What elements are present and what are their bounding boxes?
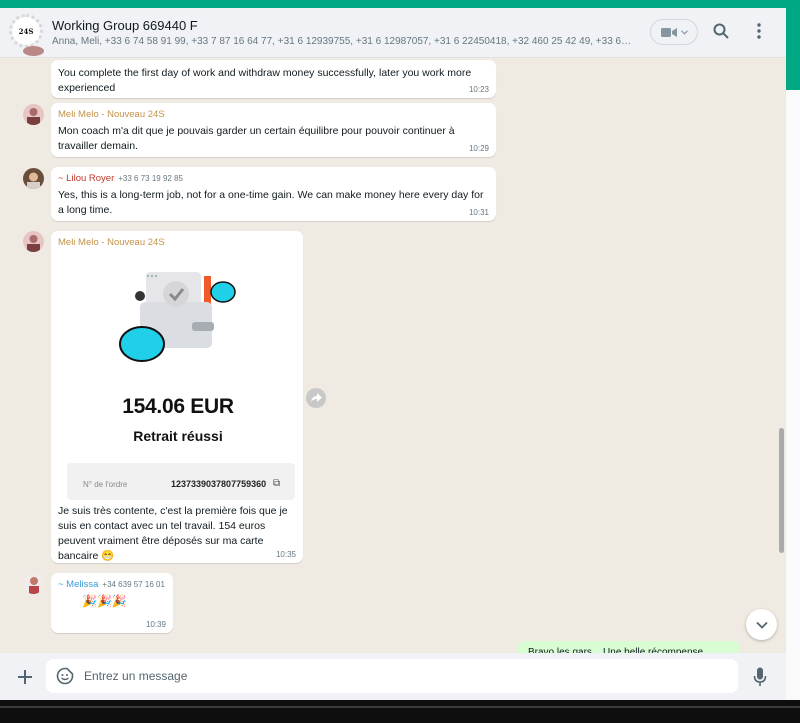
sender-phone: +34 639 57 16 01 [102, 580, 165, 589]
order-number: 1237339037807759360 [171, 479, 267, 489]
message-input[interactable] [84, 659, 724, 693]
menu-button[interactable] [749, 21, 769, 41]
message-bubble[interactable]: You complete the first day of work and w… [51, 60, 496, 98]
message-text: Mon coach m'a dit que je pouvais garder … [58, 125, 455, 152]
group-avatar[interactable]: 24S [9, 14, 43, 48]
search-button[interactable] [711, 21, 731, 41]
emoji-button[interactable] [56, 667, 74, 685]
sender-name[interactable]: ~ Lilou Royer +33 6 73 19 92 85 [58, 173, 489, 184]
withdrawal-receipt-image[interactable]: 154.06 EUR Retrait réussi N° de l'ordre … [58, 252, 298, 500]
sticker-icon [56, 667, 74, 685]
window-edge [786, 90, 800, 700]
right-accent-bar [786, 8, 800, 90]
receipt-order-row: N° de l'ordre 1237339037807759360 ⧉ [67, 463, 295, 500]
taskbar-edge [0, 700, 800, 723]
message-time: 10:39 [145, 620, 166, 629]
scroll-to-bottom-button[interactable] [746, 609, 777, 640]
avatar[interactable] [23, 46, 44, 56]
voice-message-button[interactable] [750, 666, 770, 688]
message-composer [0, 653, 786, 700]
sender-phone: +33 6 73 19 92 85 [118, 174, 183, 183]
message-input-box [46, 659, 738, 693]
sender-name-text: ~ Lilou Royer [58, 173, 115, 184]
wallet-illustration [119, 272, 236, 362]
message-text: Yes, this is a long-term job, not for a … [58, 189, 484, 216]
message-text: You complete the first day of work and w… [58, 67, 472, 94]
forward-button[interactable] [306, 388, 326, 408]
message-time: 10:23 [468, 85, 489, 94]
chat-members[interactable]: Anna, Meli, +33 6 74 58 91 99, +33 7 87 … [52, 36, 632, 47]
message-bubble[interactable]: Meli Melo - Nouveau 24S Mon coach m'a di… [51, 103, 496, 157]
chevron-down-icon [680, 29, 688, 35]
message-time: 10:35 [275, 550, 296, 559]
message-bubble[interactable]: ~ Melissa +34 639 57 16 01 🎉🎉🎉 10:39 [51, 573, 173, 633]
message-text: Je suis très contente, c'est la première… [58, 505, 288, 562]
copy-icon[interactable]: ⧉ [273, 478, 280, 489]
plus-icon [18, 670, 32, 684]
receipt-amount: 154.06 EUR [122, 395, 234, 418]
chat-title[interactable]: Working Group 669440 F [52, 18, 198, 33]
attach-button[interactable] [13, 665, 37, 689]
message-time: 10:29 [468, 144, 489, 153]
sender-name[interactable]: Meli Melo - Nouveau 24S [58, 109, 489, 120]
avatar[interactable] [23, 168, 44, 189]
chevron-down-icon [755, 621, 768, 629]
message-time: 10:31 [468, 208, 489, 217]
scrollbar[interactable] [779, 428, 784, 553]
sender-name-text: ~ Melissa [58, 579, 99, 590]
more-vertical-icon [757, 23, 761, 39]
top-accent-bar [0, 0, 800, 8]
forward-icon [310, 393, 322, 403]
search-icon [713, 23, 729, 39]
video-call-button[interactable] [650, 19, 698, 45]
avatar[interactable] [23, 104, 44, 125]
avatar[interactable] [23, 573, 44, 594]
chat-header[interactable]: 24S Working Group 669440 F Anna, Meli, +… [0, 8, 786, 58]
message-bubble[interactable]: ~ Lilou Royer +33 6 73 19 92 85 Yes, this… [51, 167, 496, 221]
message-text: 🎉🎉🎉 [82, 594, 127, 608]
receipt-status: Retrait réussi [133, 428, 223, 444]
sender-name[interactable]: Meli Melo - Nouveau 24S [58, 237, 298, 248]
microphone-icon [753, 667, 767, 686]
message-bubble[interactable]: Meli Melo - Nouveau 24S 154.06 EUR Retra… [51, 231, 303, 563]
video-camera-icon [660, 27, 677, 37]
avatar[interactable] [23, 231, 44, 252]
sender-name[interactable]: ~ Melissa +34 639 57 16 01 [58, 579, 166, 590]
chat-window: 24S Working Group 669440 F Anna, Meli, +… [0, 8, 786, 700]
order-label: N° de l'ordre [83, 480, 128, 489]
